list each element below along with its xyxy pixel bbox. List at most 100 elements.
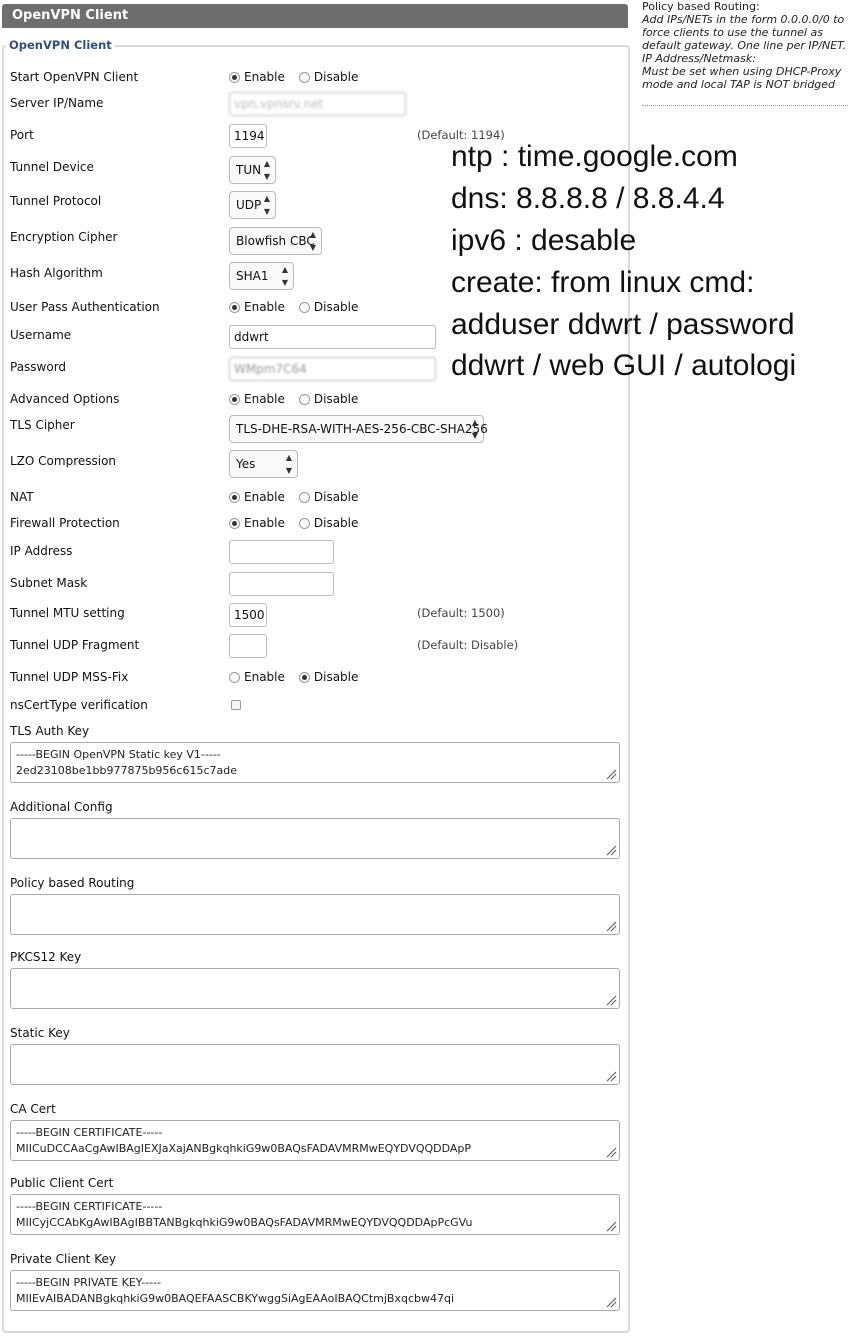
resize-grip-icon[interactable] — [605, 768, 617, 780]
mss-fix-disable-label[interactable]: Disable — [314, 670, 359, 684]
nscert-checkbox[interactable] — [231, 700, 241, 710]
nat-radios: Enable Disable — [229, 490, 358, 504]
mtu-default: (Default: 1500) — [417, 606, 505, 620]
resize-grip-icon[interactable] — [605, 1146, 617, 1158]
select-arrows-icon: ▲ ▼ — [263, 159, 270, 181]
mtu-label: Tunnel MTU setting — [10, 606, 125, 620]
pkcs12-textarea[interactable] — [10, 968, 620, 1009]
nat-label: NAT — [10, 490, 34, 504]
firewall-disable-radio[interactable] — [298, 517, 310, 529]
private-key-textarea[interactable]: -----BEGIN PRIVATE KEY----- MIIEvAIBADAN… — [10, 1270, 620, 1311]
mss-fix-label: Tunnel UDP MSS-Fix — [10, 670, 129, 684]
static-key-textarea[interactable] — [10, 1044, 620, 1085]
advanced-label: Advanced Options — [10, 392, 120, 406]
resize-grip-icon[interactable] — [605, 1296, 617, 1308]
hash-select[interactable]: SHA1 ▲ ▼ — [229, 262, 294, 290]
nat-enable-radio[interactable] — [229, 491, 240, 503]
resize-grip-icon[interactable] — [605, 844, 617, 856]
additional-config-label: Additional Config — [10, 800, 113, 814]
tls-cipher-select[interactable]: TLS-DHE-RSA-WITH-AES-256-CBC-SHA256 ▲ ▼ — [229, 415, 488, 443]
ca-cert-textarea[interactable]: -----BEGIN CERTIFICATE----- MIICuDCCAaCg… — [10, 1120, 620, 1161]
start-enable-label[interactable]: Enable — [244, 70, 285, 84]
nat-enable-label[interactable]: Enable — [244, 490, 285, 504]
firewall-radios: Enable Disable — [229, 516, 358, 530]
private-key-line-1: -----BEGIN PRIVATE KEY----- — [16, 1276, 162, 1289]
start-disable-label[interactable]: Disable — [314, 70, 359, 84]
public-cert-line-2: MIICyjCCAbKgAwIBAgIBBTANBgkqhkiG9w0BAQsF… — [16, 1216, 473, 1229]
server-input[interactable]: vpn.vpnsrv.net — [229, 92, 406, 116]
advanced-disable-label[interactable]: Disable — [314, 392, 359, 406]
public-cert-line-1: -----BEGIN CERTIFICATE----- — [16, 1200, 163, 1213]
udp-fragment-input[interactable] — [229, 634, 267, 658]
policy-routing-label: Policy based Routing — [10, 876, 135, 890]
tunnel-device-value: TUN — [236, 163, 262, 177]
nscert-label: nsCertType verification — [10, 698, 148, 712]
help-body: Add IPs/NETs in the form 0.0.0.0/0 to fo… — [642, 13, 847, 52]
nat-disable-label[interactable]: Disable — [314, 490, 359, 504]
public-cert-textarea[interactable]: -----BEGIN CERTIFICATE----- MIICyjCCAbKg… — [10, 1194, 620, 1235]
ca-cert-label: CA Cert — [10, 1102, 56, 1116]
port-label: Port — [10, 128, 34, 142]
lzo-value: Yes — [236, 457, 256, 471]
start-openvpn-label: Start OpenVPN Client — [10, 70, 139, 84]
note-line-6: ddwrt / web GUI / autologi — [451, 349, 797, 382]
policy-routing-textarea[interactable] — [10, 894, 620, 935]
mss-fix-radios: Enable Disable — [229, 670, 358, 684]
username-input[interactable]: ddwrt — [229, 325, 436, 349]
user-pass-disable-radio[interactable] — [298, 301, 310, 313]
lzo-label: LZO Compression — [10, 454, 117, 468]
nat-disable-radio[interactable] — [298, 491, 310, 503]
subnet-mask-input[interactable] — [229, 572, 334, 596]
public-cert-label: Public Client Cert — [10, 1176, 114, 1190]
mtu-input[interactable]: 1500 — [229, 603, 267, 627]
start-enable-radio[interactable] — [229, 71, 240, 83]
password-label: Password — [10, 360, 67, 374]
resize-grip-icon[interactable] — [605, 1220, 617, 1232]
user-pass-enable-label[interactable]: Enable — [244, 300, 285, 314]
firewall-enable-label[interactable]: Enable — [244, 516, 285, 530]
ip-address-input[interactable] — [229, 540, 334, 564]
mss-fix-disable-radio[interactable] — [298, 671, 310, 683]
user-pass-enable-radio[interactable] — [229, 301, 240, 313]
mss-fix-enable-radio[interactable] — [229, 671, 240, 683]
note-line-2: dns: 8.8.8.8 / 8.8.4.4 — [451, 182, 725, 215]
lzo-select[interactable]: Yes ▲ ▼ — [229, 450, 298, 478]
username-label: Username — [10, 328, 72, 342]
fieldset-legend: OpenVPN Client — [6, 38, 115, 52]
cipher-value: Blowfish CBC — [236, 234, 315, 248]
select-arrows-icon: ▲ ▼ — [281, 265, 288, 287]
resize-grip-icon[interactable] — [605, 920, 617, 932]
hash-value: SHA1 — [236, 269, 269, 283]
tunnel-device-select[interactable]: TUN ▲ ▼ — [229, 156, 276, 184]
password-input[interactable]: WMpm7C64 — [229, 357, 436, 381]
advanced-enable-radio[interactable] — [229, 393, 240, 405]
subnet-mask-label: Subnet Mask — [10, 576, 88, 590]
user-pass-label: User Pass Authentication — [10, 300, 160, 314]
ip-address-label: IP Address — [10, 544, 73, 558]
resize-grip-icon[interactable] — [605, 994, 617, 1006]
firewall-disable-label[interactable]: Disable — [314, 516, 359, 530]
server-label: Server IP/Name — [10, 96, 104, 110]
ca-cert-line-1: -----BEGIN CERTIFICATE----- — [16, 1126, 163, 1139]
additional-config-textarea[interactable] — [10, 818, 620, 859]
tls-auth-line-2: 2ed23108be1bb977875b956c615c7ade — [16, 764, 238, 777]
panel-title: OpenVPN Client — [2, 4, 628, 28]
select-arrows-icon: ▲ ▼ — [285, 453, 292, 475]
tunnel-protocol-select[interactable]: UDP ▲ ▼ — [229, 191, 276, 219]
cipher-select[interactable]: Blowfish CBC ▲ ▼ — [229, 227, 322, 255]
help-divider — [642, 105, 848, 106]
tls-auth-label: TLS Auth Key — [10, 724, 90, 738]
advanced-enable-label[interactable]: Enable — [244, 392, 285, 406]
start-disable-radio[interactable] — [298, 71, 310, 83]
private-key-label: Private Client Key — [10, 1252, 116, 1266]
tls-auth-textarea[interactable]: -----BEGIN OpenVPN Static key V1----- 2e… — [10, 742, 620, 783]
port-input[interactable]: 1194 — [229, 124, 267, 148]
user-pass-disable-label[interactable]: Disable — [314, 300, 359, 314]
mss-fix-enable-label[interactable]: Enable — [244, 670, 285, 684]
udp-fragment-label: Tunnel UDP Fragment — [10, 638, 140, 652]
advanced-disable-radio[interactable] — [298, 393, 310, 405]
note-line-3: ipv6 : desable — [451, 224, 637, 257]
firewall-enable-radio[interactable] — [229, 517, 240, 529]
resize-grip-icon[interactable] — [605, 1070, 617, 1082]
note-line-5: adduser ddwrt / password — [451, 308, 795, 341]
